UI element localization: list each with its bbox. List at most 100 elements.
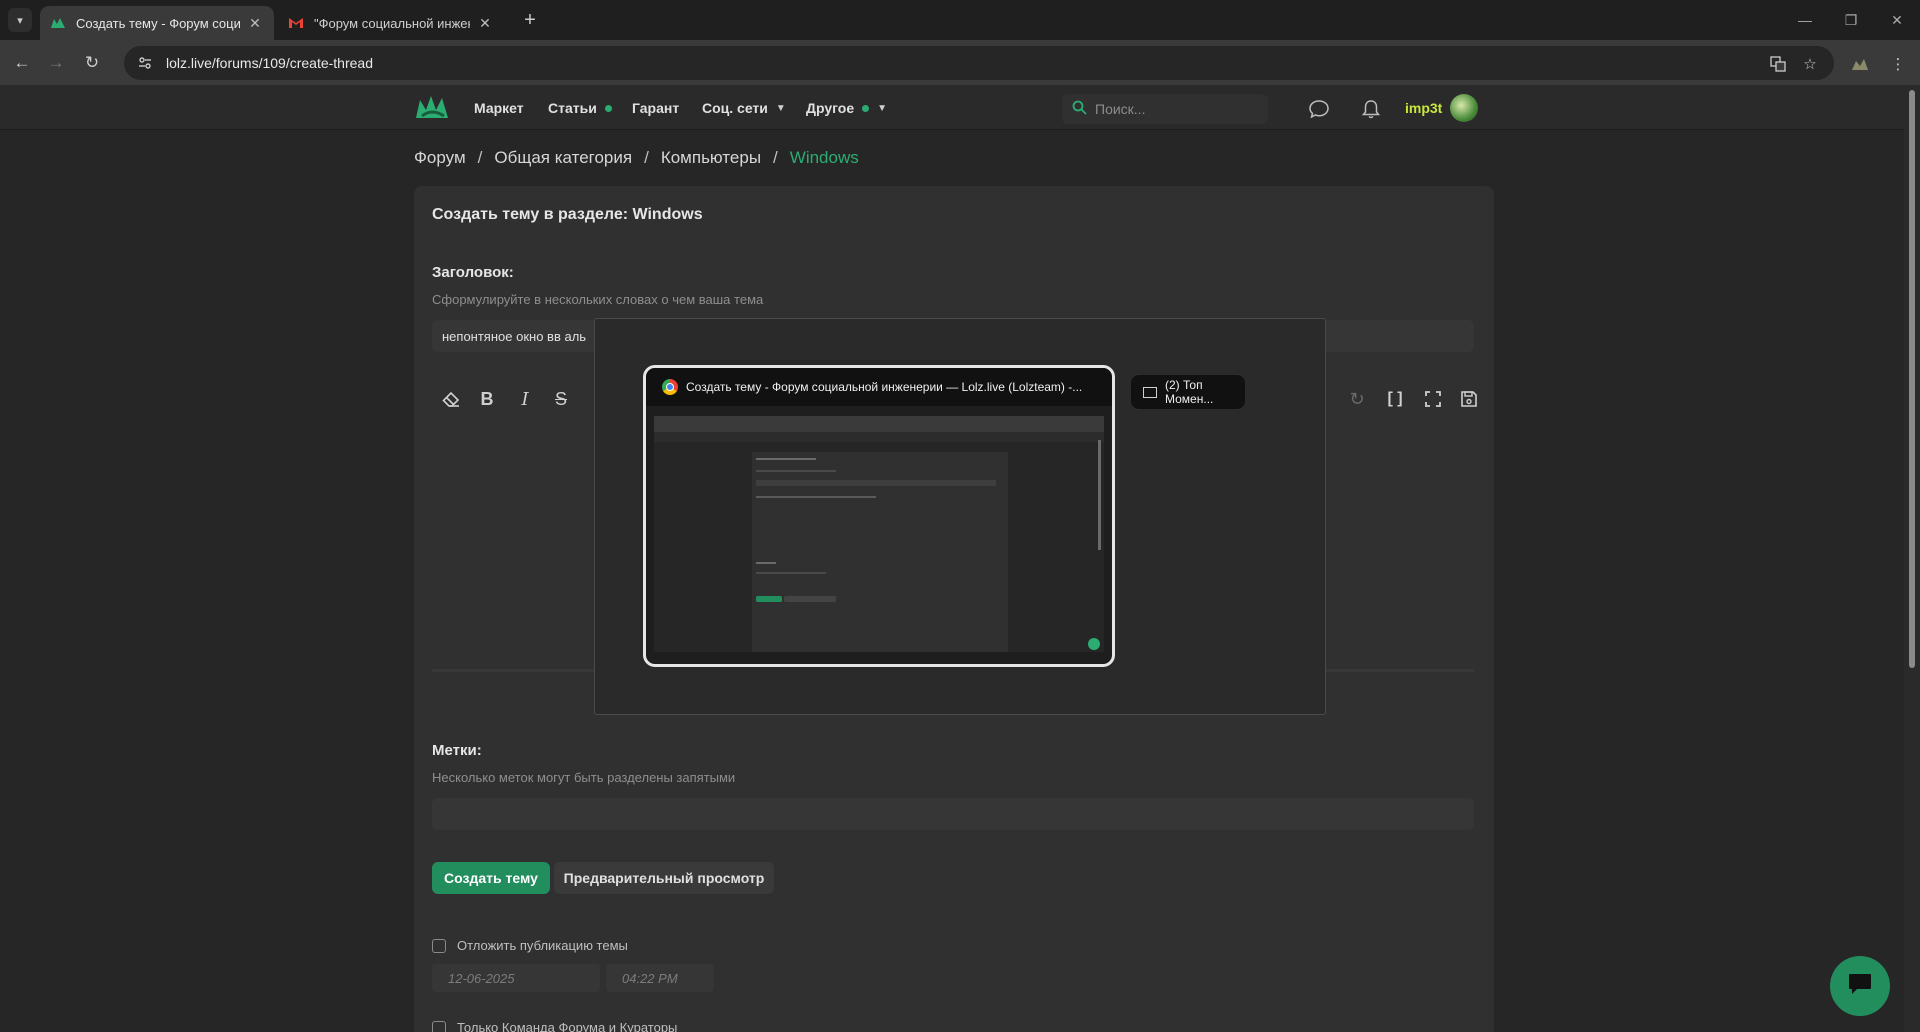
- site-settings-icon[interactable]: [138, 55, 154, 71]
- browser-tab-inactive[interactable]: "Форум социальной инженер ✕: [278, 6, 504, 40]
- time-input[interactable]: 04:22 PM: [606, 964, 714, 992]
- thumbnail-button: [756, 596, 782, 602]
- window-app-icon: [1143, 386, 1157, 398]
- heading-label: Заголовок:: [432, 264, 514, 281]
- fullscreen-icon[interactable]: [1420, 386, 1446, 412]
- nav-label: Гарант: [632, 100, 680, 116]
- close-window-icon[interactable]: ✕: [1874, 6, 1920, 34]
- reload-icon[interactable]: ↻: [78, 49, 106, 77]
- breadcrumb-windows[interactable]: Windows: [790, 148, 859, 168]
- close-icon[interactable]: ✕: [476, 14, 494, 32]
- site-header: Маркет Статьи Гарант Соц. сети ▼ Другое …: [0, 86, 1904, 130]
- delay-label: Отложить публикацию темы: [457, 938, 628, 953]
- strikethrough-icon[interactable]: S: [548, 386, 574, 412]
- switcher-window-other[interactable]: (2) Топ Момен...: [1131, 375, 1245, 409]
- browser-toolbar: ← → ↻ lolz.live/forums/109/create-thread…: [0, 40, 1920, 86]
- chevron-down-icon: ▾: [17, 14, 23, 27]
- chrome-icon: [662, 379, 678, 395]
- breadcrumb: Форум / Общая категория / Компьютеры / W…: [414, 148, 859, 168]
- thumbnail-line: [756, 562, 776, 564]
- status-dot: [604, 104, 612, 112]
- nav-label: Маркет: [474, 100, 524, 116]
- address-bar[interactable]: lolz.live/forums/109/create-thread: [124, 46, 1834, 80]
- gmail-favicon-icon: [288, 15, 304, 31]
- time-placeholder: 04:22 PM: [622, 970, 678, 986]
- window-switcher-overlay: Создать тему - Форум социальной инженери…: [594, 318, 1326, 715]
- bold-icon[interactable]: B: [474, 386, 500, 412]
- date-input[interactable]: 12-06-2025: [432, 964, 600, 992]
- tags-hint: Несколько меток могут быть разделены зап…: [432, 770, 736, 785]
- team-only-label: Только Команда Форума и Кураторы: [457, 1020, 678, 1032]
- thumbnail-scrollbar: [1098, 440, 1101, 550]
- preview-button[interactable]: Предварительный просмотр: [554, 862, 774, 894]
- switcher-window-header: Создать тему - Форум социальной инженери…: [646, 368, 1112, 406]
- breadcrumb-separator: /: [644, 148, 649, 167]
- eraser-icon[interactable]: [438, 386, 464, 412]
- chat-fab-button[interactable]: [1830, 956, 1890, 1016]
- breadcrumb-computers[interactable]: Компьютеры: [661, 148, 761, 168]
- search-input[interactable]: Поиск...: [1062, 94, 1268, 124]
- tab-search-button[interactable]: ▾: [8, 8, 32, 32]
- username[interactable]: imp3t: [1405, 100, 1442, 116]
- back-arrow-icon[interactable]: ←: [8, 49, 36, 77]
- nav-market[interactable]: Маркет: [474, 100, 524, 116]
- translate-icon[interactable]: [1768, 54, 1788, 74]
- forward-arrow-icon[interactable]: →: [42, 49, 70, 77]
- nav-other[interactable]: Другое ▼: [806, 100, 887, 116]
- close-icon[interactable]: ✕: [246, 14, 264, 32]
- nav-articles[interactable]: Статьи: [548, 100, 612, 116]
- browser-tab-bar: ▾ Создать тему - Форум социал ✕ "Форум с…: [0, 0, 1920, 40]
- create-thread-button[interactable]: Создать тему: [432, 862, 550, 894]
- tags-label: Метки:: [432, 742, 482, 759]
- switcher-window-title: (2) Топ Момен...: [1165, 378, 1214, 406]
- delay-checkbox[interactable]: [432, 938, 446, 953]
- thumbnail-site-header: [654, 432, 1104, 442]
- page-scrollbar[interactable]: [1904, 86, 1920, 1032]
- chevron-down-icon: ▼: [877, 102, 888, 114]
- bell-icon[interactable]: [1360, 98, 1382, 120]
- breadcrumb-separator: /: [477, 148, 483, 167]
- profile-icon[interactable]: [1850, 54, 1870, 74]
- tags-input[interactable]: [432, 798, 1474, 830]
- thumbnail-button: [784, 596, 836, 602]
- thumbnail-line: [756, 470, 836, 472]
- bookmark-star-icon[interactable]: ☆: [1800, 54, 1820, 74]
- italic-icon[interactable]: I: [512, 386, 538, 412]
- scrollbar-thumb[interactable]: [1909, 90, 1915, 668]
- thumbnail-browser-bar: [654, 416, 1104, 432]
- nav-garant[interactable]: Гарант: [632, 100, 679, 116]
- thumbnail-line: [756, 480, 996, 486]
- chevron-down-icon: ▼: [775, 102, 786, 114]
- heading-input-value: непонтяное окно вв аль: [442, 328, 587, 344]
- nav-label: Статьи: [548, 100, 597, 116]
- bbcode-brackets-icon[interactable]: [ ]: [1382, 386, 1408, 412]
- delay-publication-row[interactable]: Отложить публикацию темы: [432, 938, 628, 953]
- nav-social[interactable]: Соц. сети ▼: [702, 100, 786, 116]
- new-tab-plus-icon[interactable]: +: [518, 8, 542, 32]
- tab-title: "Форум социальной инженер: [314, 15, 470, 31]
- minimize-icon[interactable]: —: [1782, 6, 1828, 34]
- chat-icon: [1847, 972, 1873, 1001]
- team-only-checkbox[interactable]: [432, 1020, 446, 1032]
- date-placeholder: 12-06-2025: [448, 970, 515, 986]
- thumbnail-fab: [1088, 638, 1100, 650]
- save-draft-icon[interactable]: [1456, 386, 1482, 412]
- redo-icon[interactable]: ↻: [1344, 386, 1370, 412]
- thumbnail-line: [756, 458, 816, 460]
- team-only-row[interactable]: Только Команда Форума и Кураторы: [432, 1020, 677, 1032]
- thumbnail-line: [756, 572, 826, 574]
- switcher-window-selected[interactable]: Создать тему - Форум социальной инженери…: [643, 365, 1115, 667]
- tab-title: Создать тему - Форум социал: [76, 15, 240, 31]
- nav-label: Другое: [806, 100, 855, 116]
- menu-kebab-icon[interactable]: ⋮: [1888, 54, 1908, 74]
- chat-bubble-icon[interactable]: [1308, 98, 1330, 120]
- lolz-logo-icon[interactable]: [414, 92, 450, 124]
- browser-tab-active[interactable]: Создать тему - Форум социал ✕: [40, 6, 274, 40]
- breadcrumb-forum[interactable]: Форум: [414, 148, 466, 168]
- thumbnail-line: [756, 496, 876, 498]
- lolz-favicon-icon: [50, 15, 66, 31]
- window-thumbnail: [654, 416, 1104, 652]
- restore-icon[interactable]: ❐: [1828, 6, 1874, 34]
- breadcrumb-general[interactable]: Общая категория: [494, 148, 632, 168]
- avatar[interactable]: [1450, 94, 1478, 122]
